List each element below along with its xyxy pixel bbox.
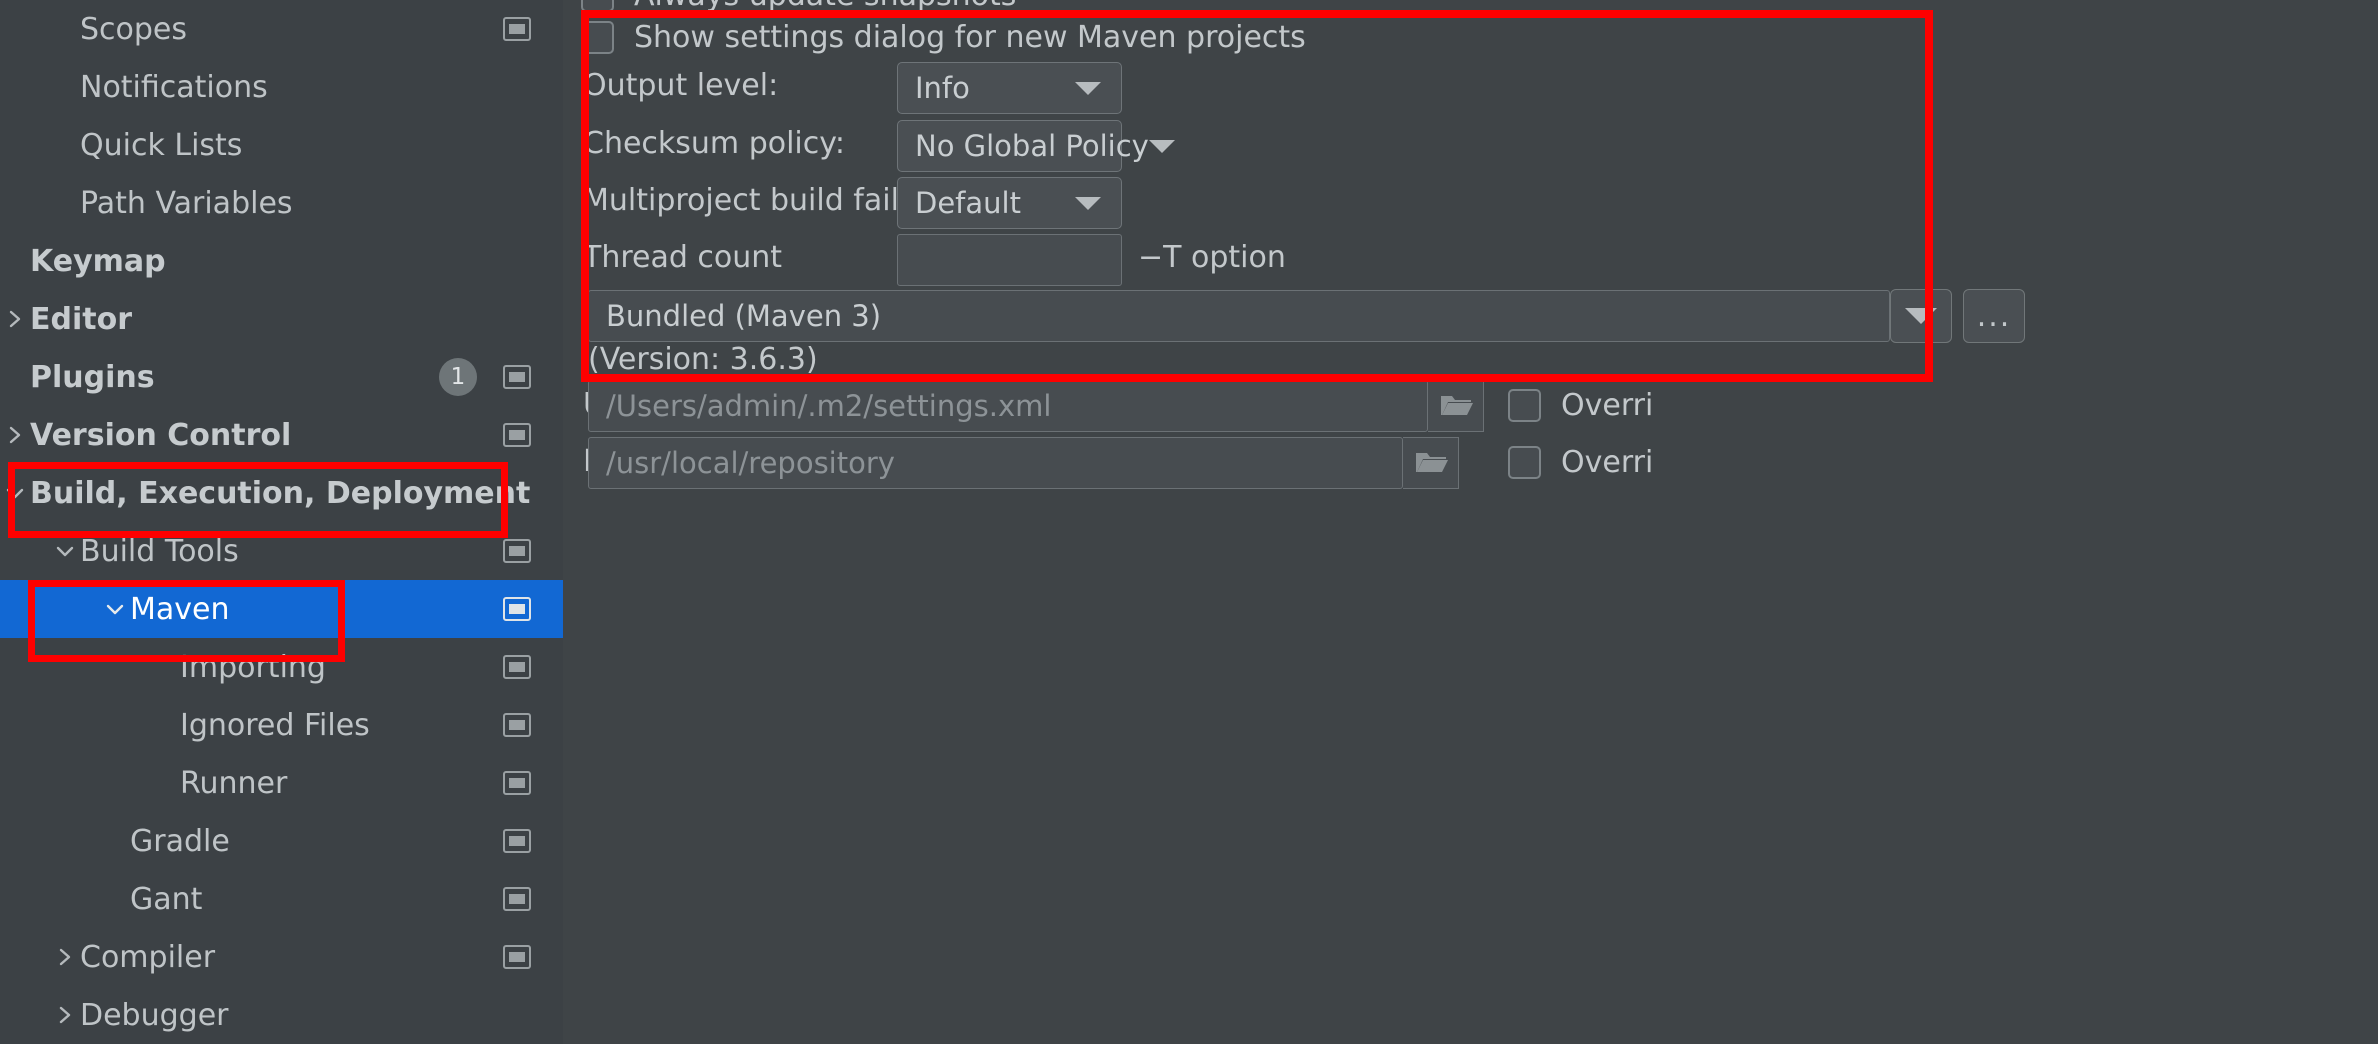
maven-home-path-value: Bundled (Maven 3) [606,299,882,333]
settings-page-icon [503,539,531,563]
sidebar-item-notifications[interactable]: Notifications [0,58,563,116]
local-repository-browse-button[interactable] [1403,437,1459,489]
folder-icon [1440,396,1473,415]
sidebar-item-label: Quick Lists [80,127,243,163]
multiproject-build-fail-policy-value: Default [915,186,1021,220]
user-settings-file-override-checkbox[interactable] [1508,389,1541,422]
local-repository-override-checkbox[interactable] [1508,446,1541,479]
checksum-policy-combobox[interactable]: No Global Policy [897,120,1175,172]
chevron-right-icon[interactable] [0,423,30,447]
thread-count-label: Thread count [583,240,783,275]
always-update-snapshots-checkbox[interactable] [581,0,614,12]
output-level-value: Info [915,71,970,105]
user-settings-file-override-row[interactable]: Overri [1508,388,1653,423]
checkbox-row-show-settings-dialog[interactable]: Show settings dialog for new Maven proje… [581,20,1306,55]
chevron-down-icon [1148,139,1175,153]
sidebar-item-path-variables[interactable]: Path Variables [0,174,563,232]
chevron-right-icon[interactable] [0,307,30,331]
settings-page-icon [503,887,531,911]
sidebar-item-label: Keymap [30,243,166,279]
checksum-policy-value: No Global Policy [915,129,1149,163]
chevron-down-icon [1905,308,1937,324]
settings-page-icon [503,771,531,795]
local-repository-override-row[interactable]: Overri [1508,445,1653,480]
checksum-policy-label: Checksum policy: [583,126,845,161]
sidebar-item-importing[interactable]: Importing [0,638,563,696]
thread-count-input[interactable] [897,234,1122,286]
sidebar-item-label: Gant [130,881,203,917]
sidebar-item-build-tools[interactable]: Build Tools [0,522,563,580]
sidebar-item-keymap[interactable]: Keymap [0,232,563,290]
chevron-down-icon[interactable] [0,483,30,503]
settings-page-icon [503,597,531,621]
output-level-combobox[interactable]: Info [897,62,1122,114]
sidebar-item-label: Plugins [30,359,155,395]
sidebar-item-gant[interactable]: Gant [0,870,563,928]
sidebar-item-label: Maven [130,591,230,627]
user-settings-file-input[interactable]: /Users/admin/.m2/settings.xml [588,380,1428,432]
sidebar-item-label: Compiler [80,939,216,975]
sidebar-item-label: Build Tools [80,533,239,569]
local-repository-override-label: Overri [1561,445,1654,480]
sidebar-item-compiler[interactable]: Compiler [0,928,563,986]
plugin-update-badge: 1 [439,358,477,396]
sidebar-item-ignored-files[interactable]: Ignored Files [0,696,563,754]
multiproject-build-fail-policy-combobox[interactable]: Default [897,177,1122,229]
maven-home-path-combo-editor[interactable]: Bundled (Maven 3) [588,290,1890,342]
sidebar-item-plugins[interactable]: Plugins 1 [0,348,563,406]
sidebar-item-version-control[interactable]: Version Control [0,406,563,464]
settings-page-icon [503,365,531,389]
always-update-snapshots-label: Always update snapshots [634,0,1016,13]
user-settings-file-value: /Users/admin/.m2/settings.xml [606,389,1052,423]
user-settings-file-override-label: Overri [1561,388,1654,423]
sidebar-item-debugger[interactable]: Debugger [0,986,563,1044]
settings-tree-sidebar[interactable]: Scopes Notifications Quick Lists Path Varia… [0,0,563,1044]
user-settings-file-browse-button[interactable] [1428,380,1484,432]
sidebar-item-label: Notifications [80,69,268,105]
sidebar-item-scopes[interactable]: Scopes [0,0,563,58]
settings-page-icon [503,945,531,969]
settings-window: Scopes Notifications Quick Lists Path Varia… [0,0,2378,1044]
settings-page-icon [503,829,531,853]
sidebar-item-label: Editor [30,301,132,337]
chevron-down-icon[interactable] [100,599,130,619]
sidebar-item-maven[interactable]: Maven [0,580,563,638]
chevron-right-icon[interactable] [50,1003,80,1027]
maven-home-path-dropdown-button[interactable] [1890,289,1952,343]
sidebar-item-label: Path Variables [80,185,293,221]
chevron-down-icon [1075,81,1101,95]
folder-icon [1415,453,1448,472]
sidebar-item-editor[interactable]: Editor [0,290,563,348]
settings-page-icon [503,655,531,679]
maven-version-note: (Version: 3.6.3) [588,342,818,377]
thread-count-hint: −T option [1138,240,1286,275]
sidebar-item-gradle[interactable]: Gradle [0,812,563,870]
local-repository-value: /usr/local/repository [606,446,895,480]
sidebar-item-label: Gradle [130,823,230,859]
sidebar-item-label: Ignored Files [180,707,370,743]
show-settings-dialog-checkbox[interactable] [581,21,614,54]
sidebar-item-label: Debugger [80,997,229,1033]
sidebar-item-runner[interactable]: Runner [0,754,563,812]
chevron-down-icon[interactable] [50,541,80,561]
sidebar-item-label: Build, Execution, Deployment [30,475,531,511]
maven-home-path-browse-button[interactable]: ... [1963,289,2025,343]
local-repository-input[interactable]: /usr/local/repository [588,437,1403,489]
chevron-down-icon [1075,196,1101,210]
sidebar-item-label: Scopes [80,11,188,47]
sidebar-item-label: Runner [180,765,288,801]
sidebar-item-quick-lists[interactable]: Quick Lists [0,116,563,174]
sidebar-item-build-execution-deployment[interactable]: Build, Execution, Deployment [0,464,563,522]
maven-settings-panel: Always update snapshots Show settings di… [563,0,2378,1044]
checkbox-row-always-update-snapshots[interactable]: Always update snapshots [581,0,1016,13]
show-settings-dialog-label: Show settings dialog for new Maven proje… [634,20,1306,55]
sidebar-item-label: Version Control [30,417,292,453]
settings-page-icon [503,17,531,41]
settings-page-icon [503,713,531,737]
chevron-right-icon[interactable] [50,945,80,969]
output-level-label: Output level: [583,68,779,103]
settings-page-icon [503,423,531,447]
sidebar-item-label: Importing [180,649,326,685]
